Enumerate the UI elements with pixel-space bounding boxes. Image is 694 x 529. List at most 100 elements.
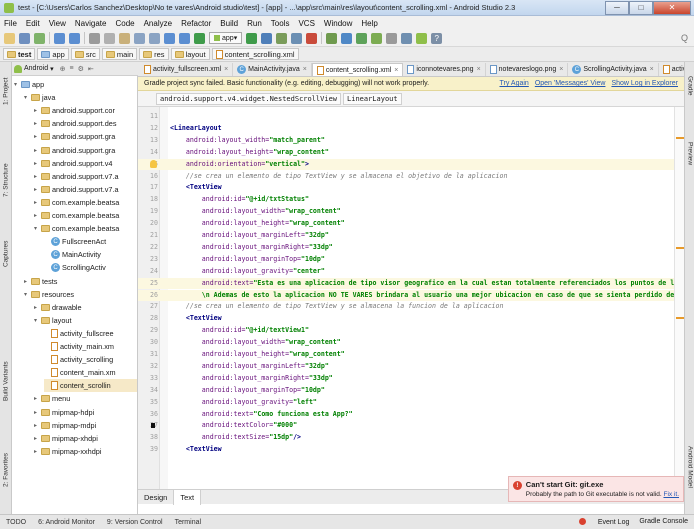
target-icon[interactable]: ⊕ [60,65,66,73]
tool-tab-build-variants[interactable]: Build Variants [0,348,12,414]
breadcrumb-item-app[interactable]: app [37,48,69,60]
editor-tab[interactable]: content_scrolling.xml × [311,63,404,76]
menu-help[interactable]: Help [361,19,377,28]
project-tree-item[interactable]: ▸ com.example.beatsa [34,209,137,222]
find-icon[interactable] [134,32,145,44]
chevron-right-icon[interactable]: ▸ [34,435,41,442]
editor-tab[interactable]: iconnotevares.png × [403,63,486,76]
breadcrumb-item-file[interactable]: content_scrolling.xml [211,48,299,60]
event-log-button[interactable]: Event Log [569,518,629,526]
replace-icon[interactable] [149,32,160,44]
sdk-icon[interactable] [356,32,368,44]
menu-vcs[interactable]: VCS [298,19,314,28]
project-tree-item[interactable]: ▸ android.support.cor [34,104,137,117]
menu-window[interactable]: Window [324,19,352,28]
editor-tab[interactable]: C MainActivity.java × [233,63,312,76]
breadcrumb-item-layout[interactable]: layout [170,48,210,60]
tool-tab-android-model[interactable]: Android Model [685,432,694,502]
tool-tab-preview[interactable]: Preview [685,132,694,176]
run-configuration-select[interactable]: app ▾ [209,32,243,44]
xml-path-item[interactable]: android.support.v4.widget.NestedScrollVi… [156,92,342,105]
project-tree-item[interactable]: ▾ com.example.beatsa [34,222,137,235]
forward-icon[interactable] [69,32,80,44]
close-tab-icon[interactable]: × [224,66,228,73]
project-tree-item[interactable]: ▸ mipmap-xhdpi [34,432,137,445]
project-view-selector[interactable]: Android ▾ ⊕ ≡ ⚙ ⇤ [12,62,138,76]
maximize-button[interactable]: □ [629,0,653,15]
tab-text[interactable]: Text [174,489,202,505]
sync-icon[interactable] [34,32,45,44]
chevron-right-icon[interactable]: ▸ [34,133,41,140]
chevron-down-icon[interactable]: ▾ [34,317,41,324]
cut-icon[interactable] [89,32,100,44]
chevron-right-icon[interactable]: ▸ [34,199,41,206]
hide-icon[interactable]: ⇤ [88,65,94,73]
tool-window-android-monitor[interactable]: 6: Android Monitor [38,519,95,526]
warning-marker[interactable] [676,247,684,249]
menu-file[interactable]: File [4,19,17,28]
project-tree-item[interactable]: ▸ com.example.beatsa [34,196,137,209]
editor-tab[interactable]: activity_fullscreen.xml × [140,63,234,76]
project-tree-item[interactable]: ▸ android.support.v4 [34,157,137,170]
show-log-link[interactable]: Show Log in Explorer [611,80,678,87]
project-tree-item[interactable]: activity_fullscree [44,327,137,340]
editor-tab[interactable]: C ScrollingActivity.java × [568,63,659,76]
menu-code[interactable]: Code [115,19,134,28]
warning-marker[interactable] [676,137,684,139]
sdk-manager-icon[interactable] [401,32,413,44]
chevron-right-icon[interactable]: ▸ [34,395,41,402]
close-button[interactable]: ✕ [653,0,691,15]
bookmark-icon[interactable] [151,423,155,429]
lightbulb-icon[interactable] [150,159,157,168]
project-tree-item[interactable]: activity_main.xm [44,340,137,353]
tool-tab-captures[interactable]: Captures [0,232,12,276]
menu-analyze[interactable]: Analyze [144,19,172,28]
nav-forward-icon[interactable] [179,32,190,44]
project-tree-item[interactable]: ▸ menu [34,392,137,405]
save-icon[interactable] [19,32,30,44]
gradle-console-button[interactable]: Gradle Console [639,518,688,525]
chevron-right-icon[interactable]: ▸ [34,120,41,127]
stop-icon[interactable] [306,32,318,44]
chevron-right-icon[interactable]: ▸ [34,304,41,311]
close-tab-icon[interactable]: × [394,67,398,74]
project-tree-item[interactable]: ▾ java [24,91,137,104]
tab-design[interactable]: Design [138,489,175,505]
project-tree-item[interactable]: C FullscreenAct [44,235,137,248]
run-icon[interactable] [246,32,258,44]
fix-it-link[interactable]: Fix it. [663,491,679,498]
project-tree-item[interactable]: ▸ android.support.des [34,117,137,130]
warning-marker[interactable] [676,317,684,319]
close-tab-icon[interactable]: × [477,66,481,73]
project-tree-item[interactable]: C MainActivity [44,248,137,261]
back-icon[interactable] [54,32,65,44]
close-tab-icon[interactable]: × [303,66,307,73]
menu-edit[interactable]: Edit [26,19,40,28]
tool-window-terminal[interactable]: Terminal [175,519,201,526]
close-tab-icon[interactable]: × [559,66,563,73]
chevron-down-icon[interactable]: ▾ [34,225,41,232]
menu-run[interactable]: Run [247,19,262,28]
android-device-icon[interactable] [416,32,428,44]
project-tree-item[interactable]: C ScrollingActiv [44,261,137,274]
editor-tab[interactable]: activity_main.xml× [659,63,684,76]
breadcrumb-item-main[interactable]: main [101,48,138,60]
project-tree-item[interactable]: ▸ drawable [34,301,137,314]
chevron-right-icon[interactable]: ▸ [34,422,41,429]
chevron-right-icon[interactable]: ▸ [34,448,41,455]
menu-tools[interactable]: Tools [271,19,290,28]
tool-window-version-control[interactable]: 9: Version Control [107,519,163,526]
chevron-down-icon[interactable]: ▾ [24,94,31,101]
project-tree-item[interactable]: ▸ tests [24,275,137,288]
menu-navigate[interactable]: Navigate [75,19,107,28]
project-tree-item[interactable]: ▸ mipmap-xxhdpi [34,445,137,458]
editor-tab[interactable]: notevareslogo.png × [486,63,569,76]
chevron-right-icon[interactable]: ▸ [34,409,41,416]
project-tree-item[interactable]: ▾ app [14,78,137,91]
menu-build[interactable]: Build [220,19,238,28]
project-tree-item[interactable]: ▸ mipmap-hdpi [34,406,137,419]
open-messages-link[interactable]: Open 'Messages' View [535,80,606,87]
chevron-right-icon[interactable]: ▸ [34,173,41,180]
chevron-right-icon[interactable]: ▸ [34,147,41,154]
project-tree-item[interactable]: ▾ resources [24,288,137,301]
